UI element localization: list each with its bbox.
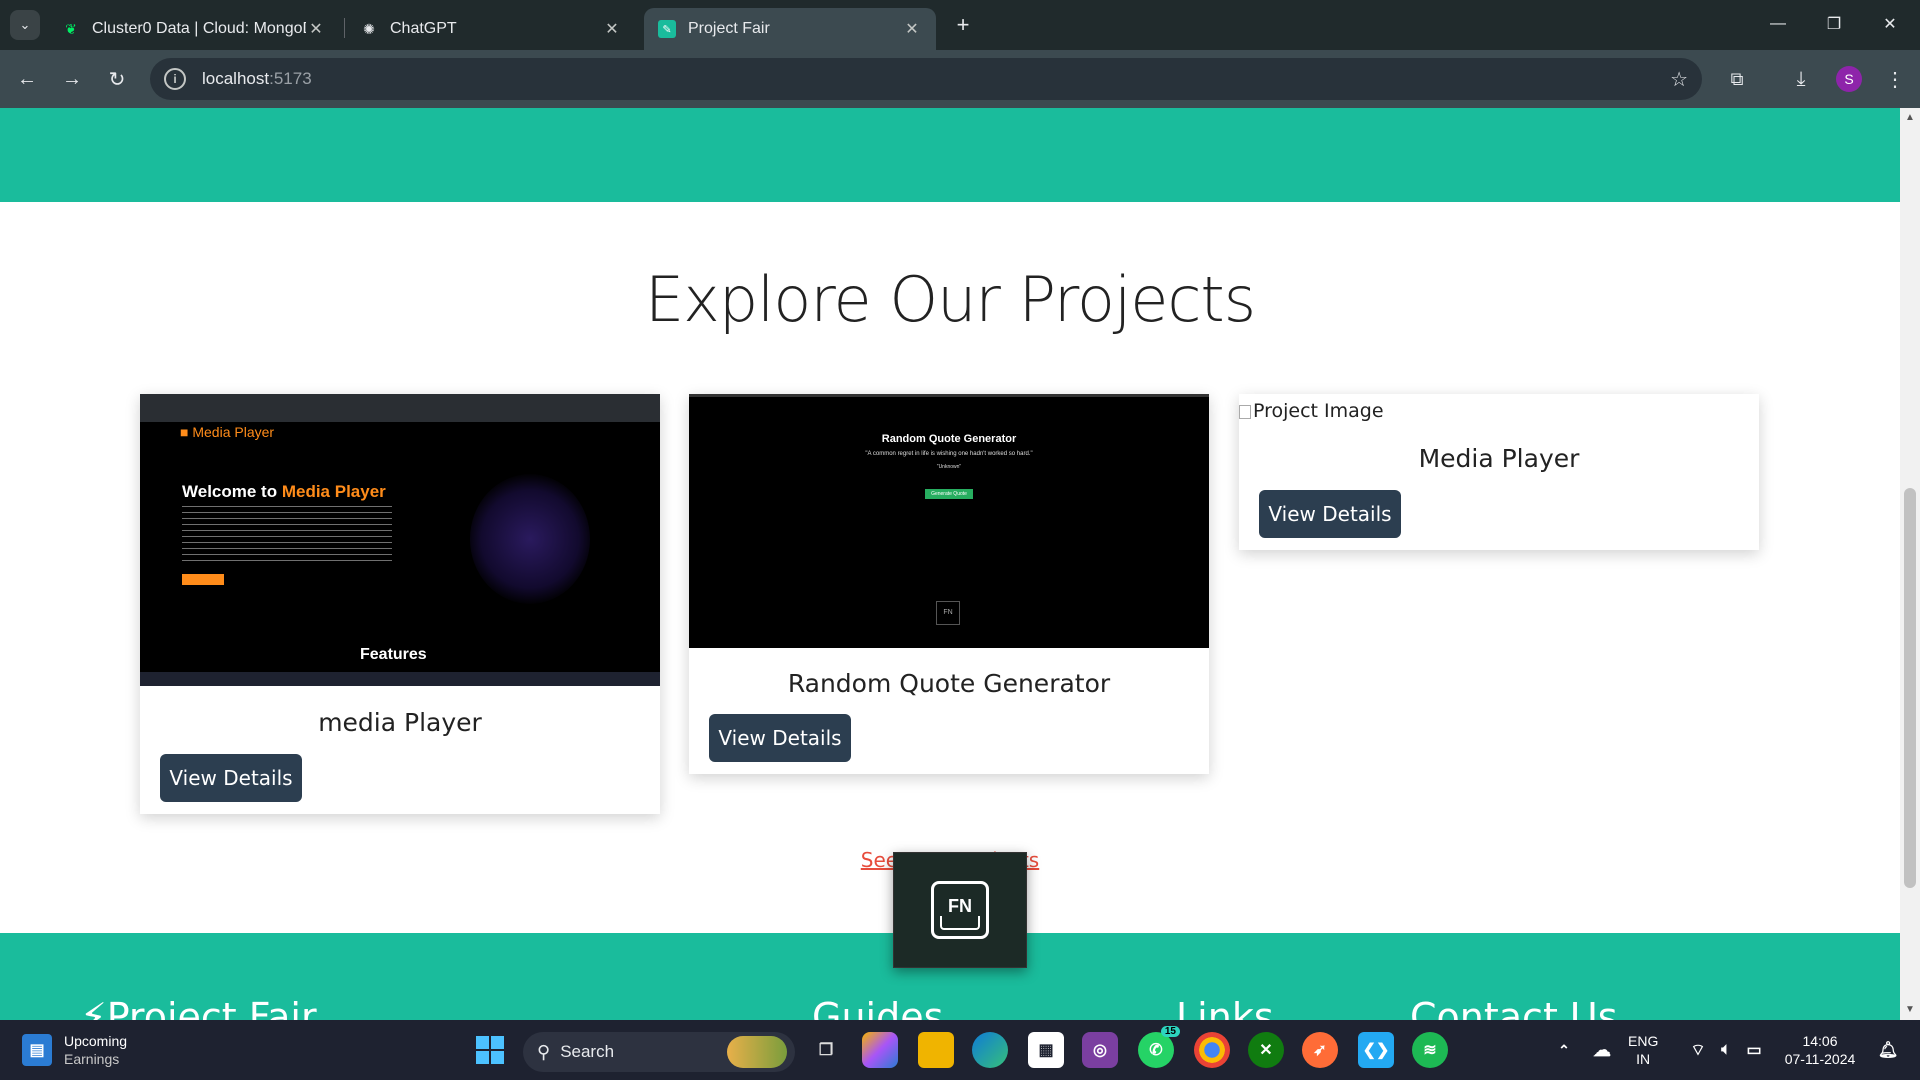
lorem-text-block xyxy=(182,506,392,566)
task-view-icon[interactable]: ❐ xyxy=(808,1032,844,1068)
notification-badge: 15 xyxy=(1160,1026,1180,1037)
extensions-puzzle-icon[interactable]: ⧉ xyxy=(1720,62,1754,96)
instagram-icon[interactable]: ◎ xyxy=(1082,1032,1118,1068)
reload-icon[interactable]: ↻ xyxy=(100,62,134,96)
bookmark-star-icon[interactable]: ☆ xyxy=(1670,67,1688,92)
project-card: Random Quote Generator "A common regret … xyxy=(689,394,1209,774)
browser-toolbar: ← → ↻ i localhost:5173 ☆ ⧉ ⤓ S ⋮ xyxy=(0,50,1920,108)
footer-contact-heading: Contact Us xyxy=(1410,995,1618,1020)
minimize-icon[interactable]: — xyxy=(1758,10,1798,38)
tab-title: Cluster0 Data | Cloud: MongoDB xyxy=(92,20,306,37)
footer-guides-heading: Guides xyxy=(812,995,944,1020)
windows-start-icon[interactable] xyxy=(472,1032,508,1068)
chatgpt-icon: ✺ xyxy=(363,20,375,37)
site-info-icon[interactable]: i xyxy=(164,68,186,90)
media-player-brand: ■ Media Player xyxy=(180,424,275,440)
more-menu-icon[interactable]: ⋮ xyxy=(1878,62,1912,96)
tab-chatgpt[interactable]: ✺ ChatGPT ✕ xyxy=(346,8,636,50)
scrollbar-thumb[interactable] xyxy=(1904,488,1916,888)
tab-mongodb[interactable]: ❦ Cluster0 Data | Cloud: MongoDB ✕ xyxy=(48,8,340,50)
profile-avatar[interactable]: S xyxy=(1836,66,1862,92)
view-details-button[interactable]: View Details xyxy=(709,714,851,762)
file-explorer-icon[interactable] xyxy=(918,1032,954,1068)
forward-arrow-icon[interactable]: → xyxy=(55,62,89,96)
quote-author: "Unknown" xyxy=(936,464,962,470)
back-arrow-icon[interactable]: ← xyxy=(10,62,44,96)
taskbar-search[interactable]: ⚲ Search xyxy=(523,1032,795,1072)
project-title: Media Player xyxy=(1418,444,1580,473)
hero-band xyxy=(0,108,1900,202)
chrome-icon[interactable] xyxy=(1194,1032,1230,1068)
project-title: Random Quote Generator xyxy=(787,669,1111,698)
quote-text: "A common regret in life is wishing one … xyxy=(865,451,1033,457)
spotify-icon[interactable]: ≋ xyxy=(1412,1032,1448,1068)
new-tab-plus-icon[interactable]: + xyxy=(950,12,976,38)
footer-brand: ⚡Project Fair xyxy=(80,995,317,1020)
project-title: media Player xyxy=(318,708,482,737)
project-card: ■ Media Player Welcome to Media Player F… xyxy=(140,394,660,814)
widget-text[interactable]: Upcoming Earnings xyxy=(64,1032,127,1068)
project-screenshot: ■ Media Player Welcome to Media Player F… xyxy=(140,394,660,686)
project-fair-favicon-icon: ✎ xyxy=(658,20,676,38)
stock-chart-icon[interactable]: ▤ xyxy=(22,1034,52,1066)
edge-icon[interactable] xyxy=(972,1032,1008,1068)
tab-title: Project Fair xyxy=(688,20,770,37)
postman-icon[interactable]: ➶ xyxy=(1302,1032,1338,1068)
view-details-button[interactable]: View Details xyxy=(160,754,302,802)
scroll-up-arrow-icon[interactable]: ▲ xyxy=(1905,112,1915,123)
tab-project-fair[interactable]: ✎ Project Fair ✕ xyxy=(644,8,936,50)
project-card: Project Image Media Player View Details xyxy=(1239,394,1759,550)
close-tab-icon[interactable]: ✕ xyxy=(306,19,326,39)
generate-quote-button: Generate Quote xyxy=(925,489,973,499)
language-indicator[interactable]: ENG IN xyxy=(1628,1032,1658,1068)
features-heading: Features xyxy=(360,646,427,663)
mongodb-leaf-icon: ❦ xyxy=(65,20,77,37)
quote-app-title: Random Quote Generator xyxy=(881,433,1017,445)
fn-key-overlay: FN xyxy=(893,852,1027,968)
tab-strip: ⌄ ❦ Cluster0 Data | Cloud: MongoDB ✕ ✺ C… xyxy=(0,0,1920,50)
url-text: localhost:5173 xyxy=(202,69,312,88)
notification-bell-icon[interactable]: 🔔︎ xyxy=(1870,1032,1906,1068)
copilot-icon[interactable] xyxy=(862,1032,898,1068)
download-icon[interactable]: ⤓ xyxy=(1784,62,1818,96)
section-title: Explore Our Projects xyxy=(644,263,1256,336)
xbox-icon[interactable]: ✕ xyxy=(1248,1032,1284,1068)
page-scrollbar[interactable]: ▲ ▼ xyxy=(1900,108,1920,1020)
search-highlight-image xyxy=(727,1036,787,1068)
footer-links-heading: Links xyxy=(1176,995,1274,1020)
clock[interactable]: 14:06 07-11-2024 xyxy=(1780,1032,1860,1068)
broken-image-icon xyxy=(1239,404,1251,419)
battery-icon[interactable]: ▭ xyxy=(1736,1032,1772,1068)
vscode-icon[interactable]: ❮❯ xyxy=(1358,1032,1394,1068)
close-window-icon[interactable]: ✕ xyxy=(1870,10,1910,38)
chevron-up-icon[interactable]: ⌃ xyxy=(1546,1032,1582,1068)
tab-title: ChatGPT xyxy=(390,20,457,37)
onedrive-cloud-icon[interactable]: ☁ xyxy=(1584,1032,1620,1068)
fn-key-icon: FN xyxy=(931,881,989,939)
whatsapp-icon[interactable]: ✆ 15 xyxy=(1138,1026,1180,1068)
close-tab-icon[interactable]: ✕ xyxy=(902,19,922,39)
get-started-button xyxy=(182,574,224,585)
view-details-button[interactable]: View Details xyxy=(1259,490,1401,538)
address-bar[interactable]: i localhost:5173 ☆ xyxy=(150,58,1702,100)
windows-taskbar: ▤ Upcoming Earnings ⚲ Search ❐ ▦ ◎ ✆ 15 … xyxy=(0,1020,1920,1080)
restore-icon[interactable]: ❐ xyxy=(1814,10,1854,38)
scroll-down-arrow-icon[interactable]: ▼ xyxy=(1905,1004,1915,1015)
tab-search-button[interactable]: ⌄ xyxy=(10,10,40,40)
ms-store-icon[interactable]: ▦ xyxy=(1028,1032,1064,1068)
headphones-image xyxy=(470,474,590,604)
project-screenshot: Random Quote Generator "A common regret … xyxy=(689,394,1209,648)
search-icon: ⚲ xyxy=(537,1041,551,1062)
media-player-headline: Welcome to Media Player xyxy=(182,482,386,501)
close-tab-icon[interactable]: ✕ xyxy=(602,19,622,39)
broken-image: Project Image xyxy=(1239,400,1384,422)
fn-key-icon: FN xyxy=(936,601,960,625)
